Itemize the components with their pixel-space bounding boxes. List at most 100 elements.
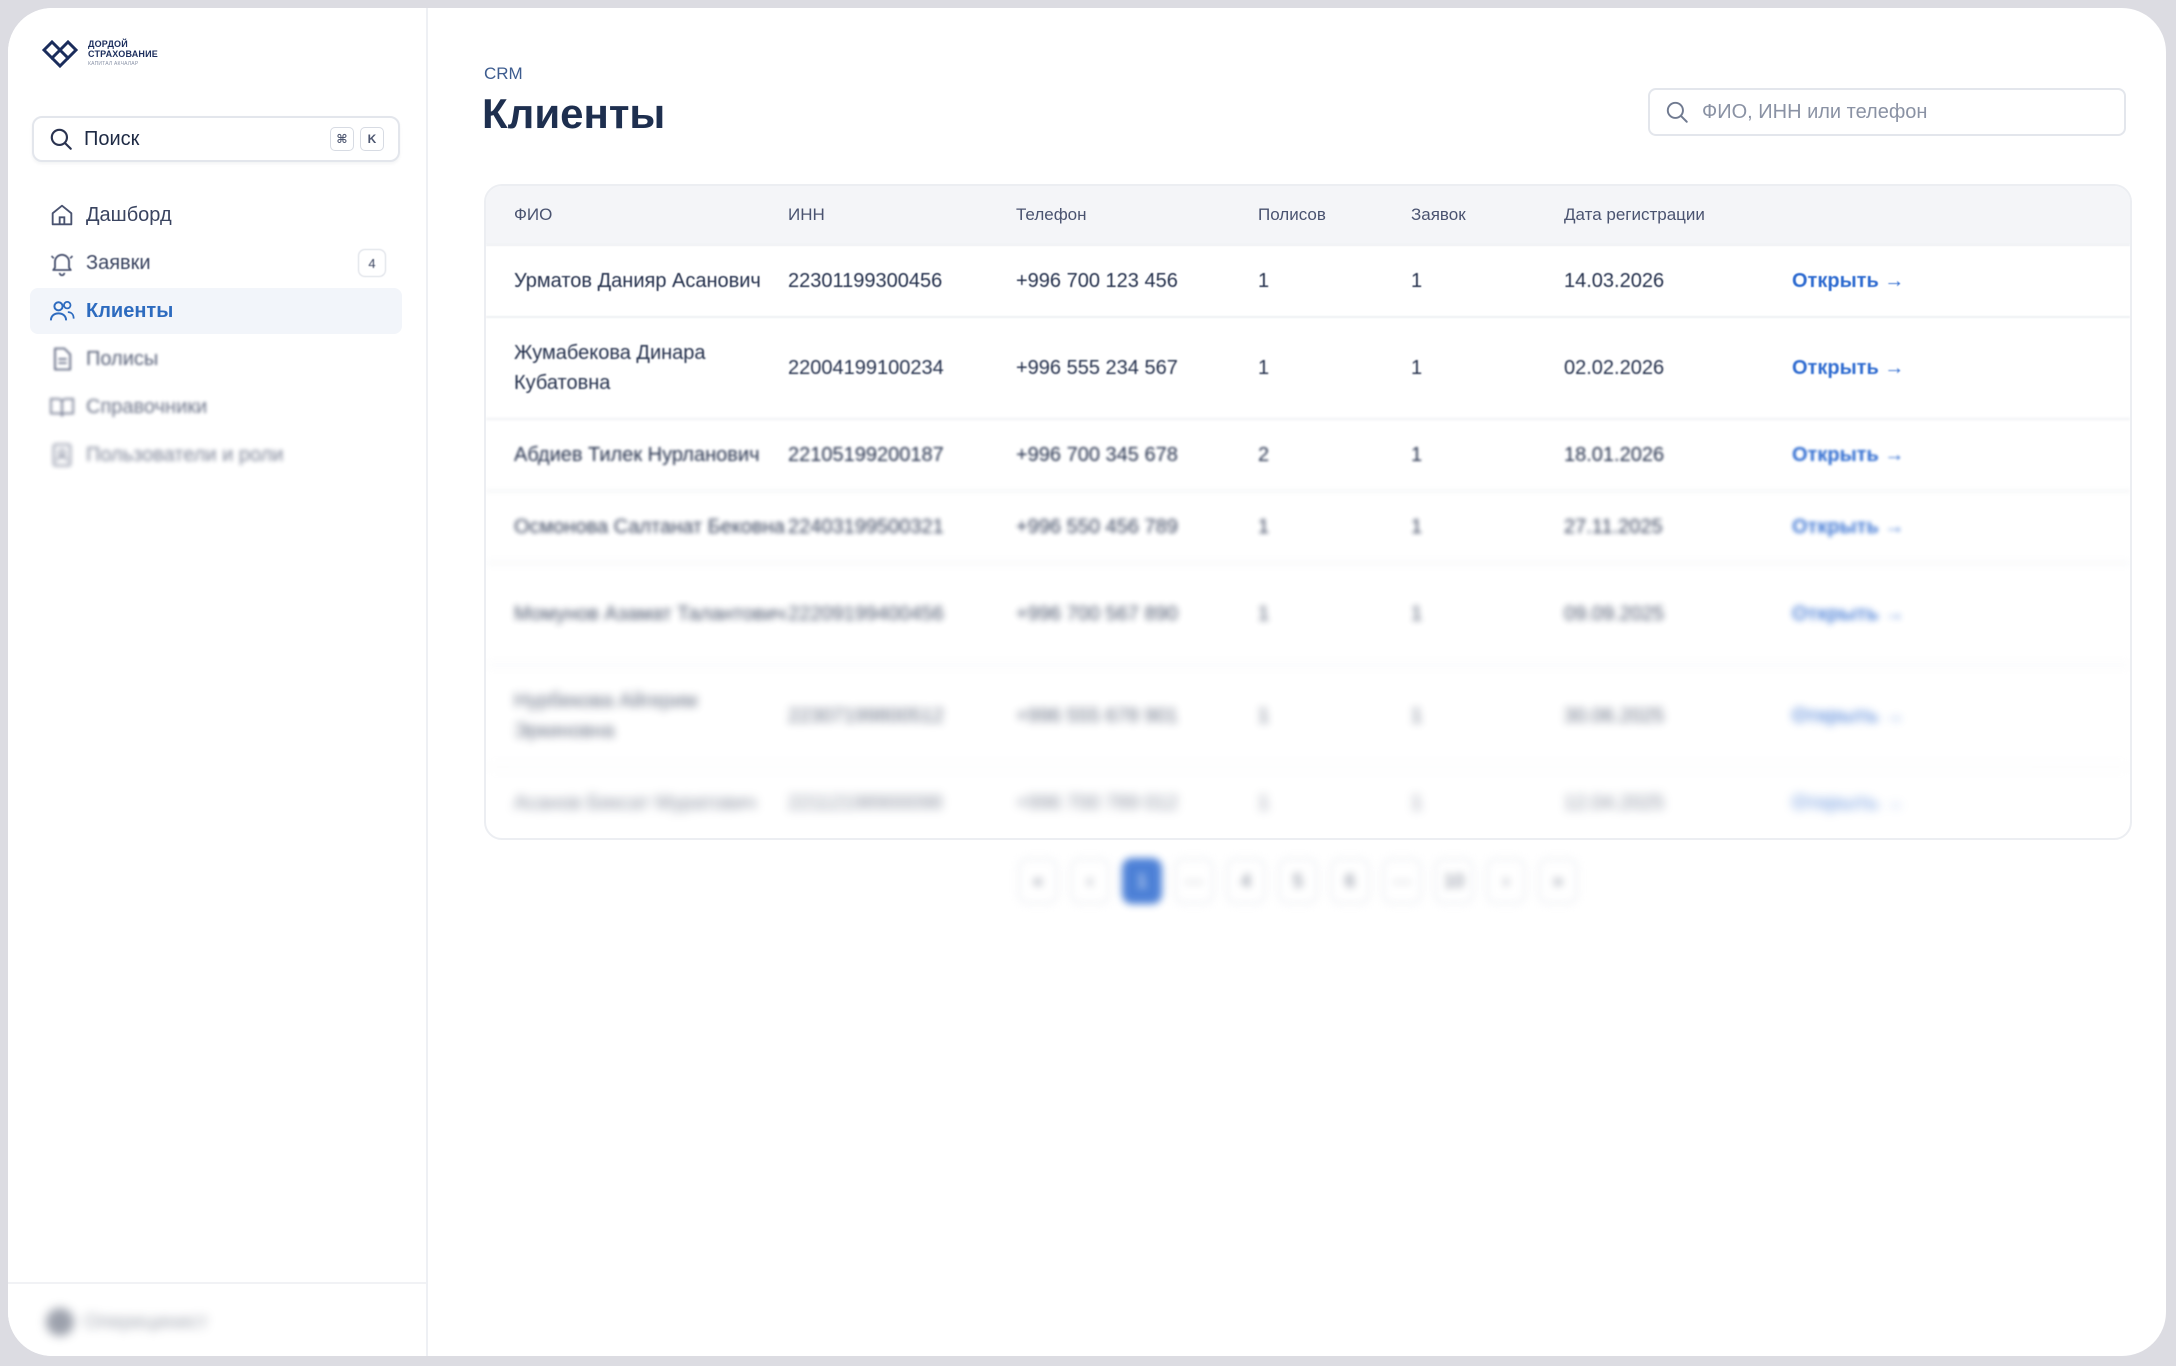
last-page-button[interactable]: » [1538, 858, 1578, 904]
client-search[interactable] [1648, 88, 2126, 136]
logo-line-2: СТРАХОВАНИЕ [88, 49, 158, 59]
user-name: Оперецинист [84, 1310, 208, 1333]
table-row[interactable]: Нурбекова Айгерим Эркиновна 223071998005… [486, 664, 2130, 766]
client-policies-count: 2 [1258, 443, 1270, 466]
breadcrumb[interactable]: CRM [484, 64, 523, 84]
next-page-button[interactable]: › [1486, 858, 1526, 904]
client-name: Момунов Азамат Талантович [514, 603, 786, 625]
prev-page-button[interactable]: ‹ [1070, 858, 1110, 904]
client-requests-count: 1 [1411, 269, 1423, 292]
sidebar-item-dashboard[interactable]: Дашборд [30, 192, 402, 238]
requests-count-badge: 4 [358, 249, 386, 277]
client-inn: 22403199500321 [788, 515, 944, 538]
client-registration-date: 12.04.2025 [1564, 791, 1665, 814]
client-policies-count: 1 [1258, 515, 1270, 538]
open-client-link[interactable]: Открыть → [1792, 444, 1904, 466]
column-header-phone[interactable]: Телефон [1016, 205, 1258, 225]
page-ellipsis: ··· [1382, 858, 1422, 904]
page-ellipsis: ··· [1174, 858, 1214, 904]
client-phone: +996 555 234 567 [1016, 356, 1178, 379]
first-page-button[interactable]: « [1018, 858, 1058, 904]
sidebar-item-users-roles[interactable]: Пользователи и роли [30, 432, 402, 478]
sidebar-item-policies[interactable]: Полисы [30, 336, 402, 382]
open-client-link[interactable]: Открыть → [1792, 516, 1904, 538]
pagination: « ‹ 1 ··· 4 5 6 ··· 10 › » [1018, 858, 1578, 904]
home-icon [51, 204, 73, 226]
logo-text: ДОРДОЙ СТРАХОВАНИЕ КАПИТАЛ АКЧАЛАР [88, 39, 158, 69]
column-header-name[interactable]: ФИО [486, 205, 788, 225]
logo[interactable]: ДОРДОЙ СТРАХОВАНИЕ КАПИТАЛ АКЧАЛАР [40, 38, 158, 70]
client-phone: +996 700 789 012 [1016, 791, 1178, 814]
table-row[interactable]: Осмонова Салтанат Бековна 22403199500321… [486, 490, 2130, 562]
client-inn: 22004199100234 [788, 356, 944, 379]
client-name: Асанов Бексат Муратович [514, 792, 757, 814]
open-client-link[interactable]: Открыть → [1792, 270, 1904, 292]
command-key-hint: ⌘ [330, 127, 354, 151]
client-name: Урматов Данияр Асанович [514, 270, 761, 292]
column-header-requests[interactable]: Заявок [1411, 205, 1564, 225]
client-inn: 22209199400456 [788, 602, 944, 625]
table-row[interactable]: Асанов Бексат Муратович 22112198900098 +… [486, 766, 2130, 838]
page-button-5[interactable]: 5 [1278, 858, 1318, 904]
open-client-link[interactable]: Открыть → [1792, 603, 1904, 625]
sidebar-item-label: Полисы [86, 347, 159, 370]
column-header-inn[interactable]: ИНН [788, 205, 1016, 225]
page-button-6[interactable]: 6 [1330, 858, 1370, 904]
client-policies-count: 1 [1258, 602, 1270, 625]
user-profile[interactable]: Оперецинист [46, 1308, 208, 1336]
page-button-1[interactable]: 1 [1122, 858, 1162, 904]
sidebar-item-label: Дашборд [86, 203, 172, 226]
page-button-4[interactable]: 4 [1226, 858, 1266, 904]
client-name: Жумабекова Динара Кубатовна [514, 342, 706, 394]
open-client-link[interactable]: Открыть → [1792, 357, 1904, 379]
client-phone: +996 555 678 901 [1016, 704, 1178, 727]
sidebar-item-clients[interactable]: Клиенты [30, 288, 402, 334]
avatar [46, 1308, 74, 1336]
table-row[interactable]: Жумабекова Динара Кубатовна 220041991002… [486, 316, 2130, 418]
sidebar-search[interactable]: Поиск ⌘ K [32, 116, 400, 162]
sidebar-item-label: Пользователи и роли [86, 443, 284, 466]
client-policies-count: 1 [1258, 356, 1270, 379]
client-inn: 22301199300456 [788, 269, 943, 292]
client-registration-date: 18.01.2026 [1564, 443, 1665, 466]
bell-icon [50, 253, 74, 277]
sidebar-item-label: Справочники [86, 395, 208, 418]
open-client-link[interactable]: Открыть → [1792, 792, 1904, 814]
client-registration-date: 14.03.2026 [1564, 269, 1665, 292]
table-row[interactable]: Момунов Азамат Талантович 22209199400456… [486, 562, 2130, 664]
sidebar-item-label: Клиенты [86, 299, 174, 322]
client-search-input[interactable] [1700, 99, 2110, 125]
users-icon [49, 301, 75, 321]
client-requests-count: 1 [1411, 443, 1423, 466]
logo-icon [41, 39, 79, 69]
sidebar-item-requests[interactable]: Заявки 4 [30, 240, 402, 286]
logo-line-3: КАПИТАЛ АКЧАЛАР [88, 61, 139, 67]
sidebar-item-label: Заявки [86, 251, 151, 274]
client-name: Абдиев Тилек Нурланович [514, 444, 760, 466]
client-inn: 22307199800512 [788, 704, 944, 727]
client-policies-count: 1 [1258, 269, 1270, 292]
client-inn: 22105199200187 [788, 443, 944, 466]
sidebar-divider [8, 1282, 426, 1284]
client-inn: 22112198900098 [788, 791, 943, 814]
logo-line-1: ДОРДОЙ [88, 39, 128, 49]
table-row[interactable]: Абдиев Тилек Нурланович 22105199200187 +… [486, 418, 2130, 490]
client-phone: +996 700 345 678 [1016, 443, 1178, 466]
table-row[interactable]: Урматов Данияр Асанович 22301199300456 +… [486, 244, 2130, 316]
client-policies-count: 1 [1258, 704, 1270, 727]
column-header-policies[interactable]: Полисов [1258, 205, 1411, 225]
main-content: CRM Клиенты ФИО ИНН Телефон Полисов Заяв… [428, 8, 2166, 1356]
sidebar-item-references[interactable]: Справочники [30, 384, 402, 430]
column-header-date[interactable]: Дата регистрации [1564, 205, 1792, 225]
search-icon [50, 128, 72, 150]
client-registration-date: 30.06.2025 [1564, 704, 1665, 727]
client-registration-date: 27.11.2025 [1564, 515, 1663, 538]
client-phone: +996 550 456 789 [1016, 515, 1178, 538]
open-client-link[interactable]: Открыть → [1792, 705, 1904, 727]
client-name: Осмонова Салтанат Бековна [514, 516, 785, 538]
client-phone: +996 700 123 456 [1016, 269, 1178, 292]
page-button-10[interactable]: 10 [1434, 858, 1474, 904]
page-title: Клиенты [482, 90, 666, 137]
sidebar-search-label: Поиск [84, 127, 140, 150]
client-requests-count: 1 [1411, 602, 1423, 625]
